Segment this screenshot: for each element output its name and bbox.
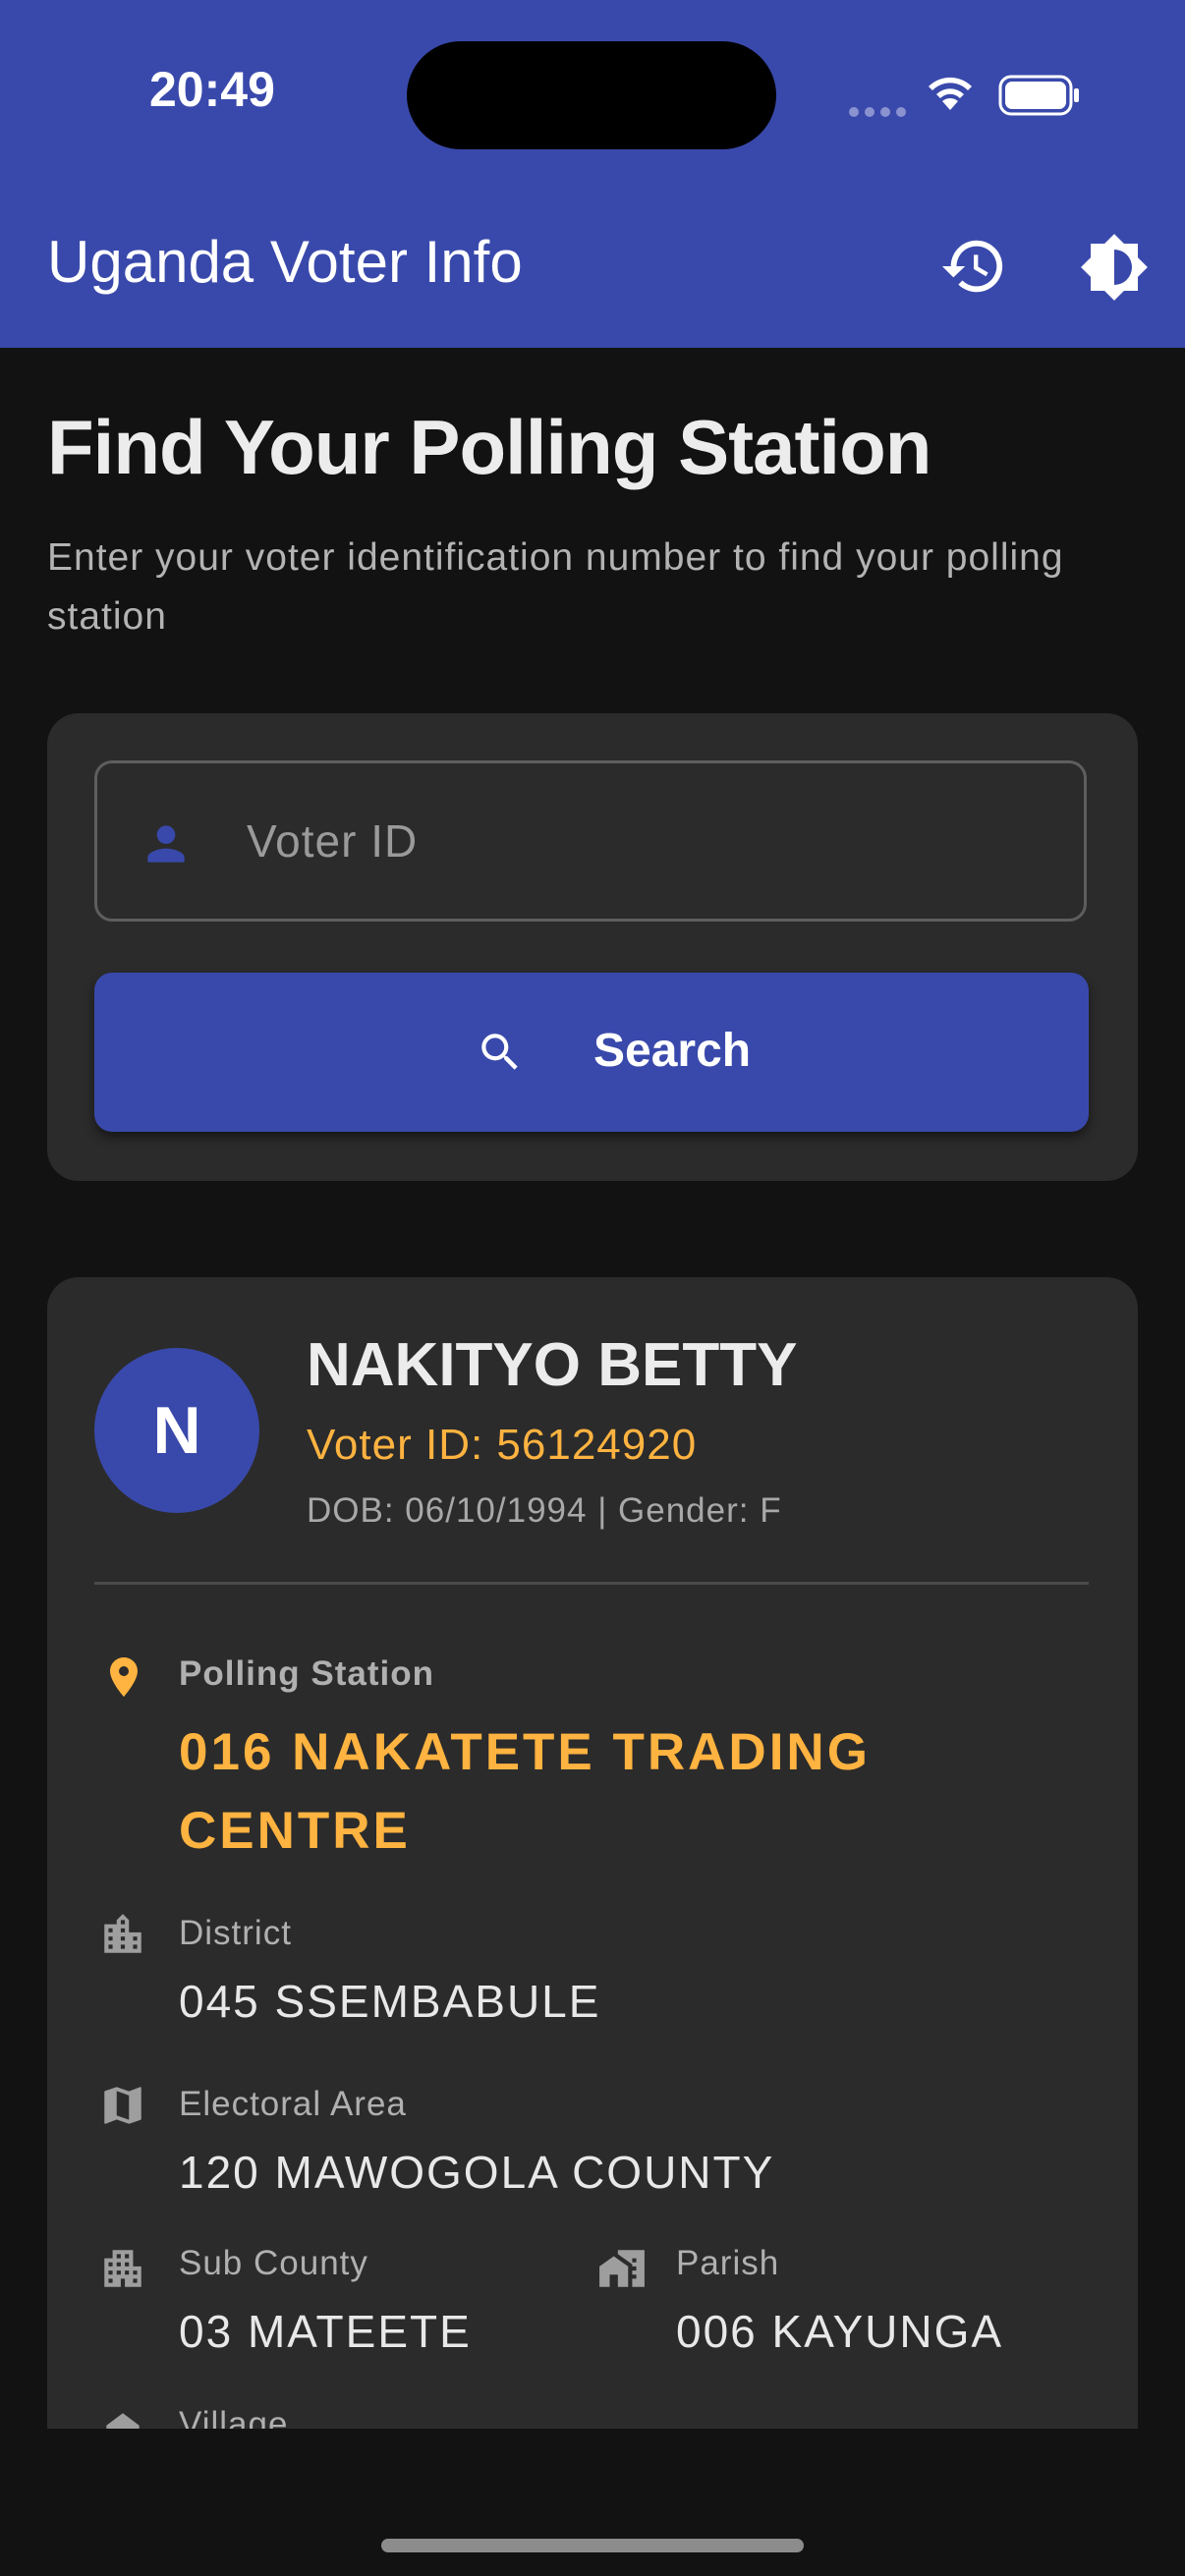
search-button-label: Search <box>593 1025 752 1077</box>
dynamic-island <box>407 41 776 149</box>
page-subtitle: Enter your voter identification number t… <box>47 536 1064 638</box>
page-title: Find Your Polling Station <box>47 404 931 490</box>
history-icon[interactable] <box>939 232 1008 301</box>
location-city-icon <box>104 1914 141 1953</box>
app-title: Uganda Voter Info <box>47 229 523 295</box>
status-time: 20:49 <box>149 62 275 117</box>
apartment-icon <box>104 2250 141 2287</box>
cellular-signal-icon <box>849 102 912 121</box>
search-button[interactable]: Search <box>94 973 1089 1132</box>
voter-id-text: Voter ID: 56124920 <box>307 1421 698 1469</box>
dob-gender-text: DOB: 06/10/1994 | Gender: F <box>307 1491 782 1530</box>
home-work-icon <box>599 2250 645 2287</box>
electoral-area-label: Electoral Area <box>179 2085 407 2123</box>
sub-county-label: Sub County <box>179 2244 368 2282</box>
divider <box>94 1582 1089 1585</box>
voter-id-placeholder: Voter ID <box>247 815 419 867</box>
app-bar: 20:49 Uganda Voter Info <box>0 0 1185 348</box>
parish-label: Parish <box>676 2244 780 2282</box>
district-value: 045 SSEMBABULE <box>179 1976 601 2027</box>
map-icon <box>104 2087 141 2124</box>
voter-id-input[interactable]: Voter ID <box>94 760 1087 922</box>
sub-county-value: 03 MATEETE <box>179 2306 472 2357</box>
location-pin-icon <box>110 1657 138 1697</box>
main-content[interactable]: Find Your Polling Station Enter your vot… <box>0 348 1185 2429</box>
brightness-icon[interactable] <box>1079 232 1150 303</box>
person-icon <box>147 825 185 863</box>
voter-name: NAKITYO BETTY <box>307 1331 798 1399</box>
wifi-icon <box>929 77 972 110</box>
house-icon <box>106 2413 140 2429</box>
village-label: Village <box>179 2405 289 2429</box>
voter-result-card: N NAKITYO BETTY Voter ID: 56124920 DOB: … <box>47 1277 1138 2429</box>
search-icon <box>481 1034 518 1070</box>
home-indicator[interactable] <box>381 2539 804 2552</box>
avatar: N <box>94 1348 259 1513</box>
polling-station-label: Polling Station <box>179 1654 434 1693</box>
district-label: District <box>179 1914 292 1952</box>
search-card: Voter ID Search <box>47 713 1138 1181</box>
electoral-area-value: 120 MAWOGOLA COUNTY <box>179 2147 775 2198</box>
battery-icon <box>998 75 1079 116</box>
polling-station-value: 016 NAKATETE TRADING CENTRE <box>179 1723 871 1860</box>
parish-value: 006 KAYUNGA <box>676 2306 1004 2357</box>
